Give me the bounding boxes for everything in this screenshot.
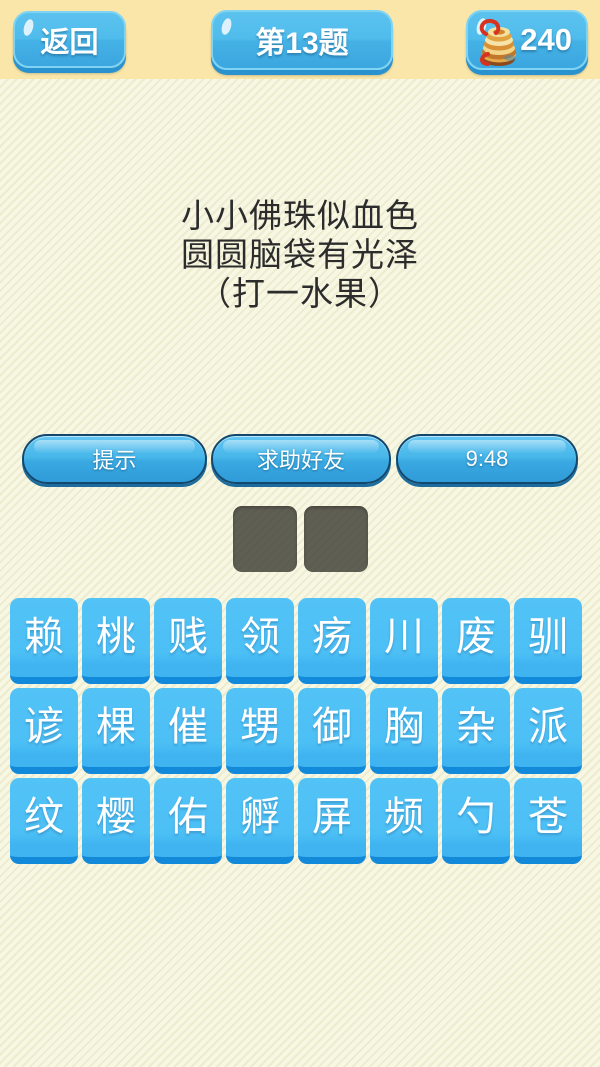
character-tile[interactable]: 屏	[298, 778, 366, 864]
ask-friend-button-label: 求助好友	[256, 448, 345, 473]
character-tile[interactable]: 樱	[82, 778, 150, 864]
character-tile[interactable]: 桃	[82, 598, 150, 684]
riddle-line-3: （打一水果）	[198, 275, 402, 312]
character-tile[interactable]: 领	[226, 598, 294, 684]
character-tile[interactable]: 频	[370, 778, 438, 864]
header-band: 返回 第13题 240	[0, 0, 600, 79]
character-tile[interactable]: 胸	[370, 688, 438, 774]
character-tile[interactable]: 苍	[514, 778, 582, 864]
level-indicator-button[interactable]: 第13题	[211, 10, 393, 70]
riddle-line-1: 小小佛珠似血色	[181, 197, 419, 234]
ask-friend-button[interactable]: 求助好友	[211, 434, 391, 484]
riddle-text: 小小佛珠似血色 圆圆脑袋有光泽 （打一水果）	[0, 196, 600, 313]
timer-label: 9:48	[465, 446, 509, 471]
coin-count-label: 240	[520, 22, 572, 57]
character-tile[interactable]: 佑	[154, 778, 222, 864]
back-button[interactable]: 返回	[13, 11, 126, 68]
character-tile[interactable]: 催	[154, 688, 222, 774]
character-tile[interactable]: 御	[298, 688, 366, 774]
level-label: 第13题	[255, 27, 349, 60]
character-tile-row: 谚棵催甥御胸杂派	[10, 688, 590, 774]
character-tile[interactable]: 谚	[10, 688, 78, 774]
timer-button[interactable]: 9:48	[396, 434, 578, 484]
character-tile-grid: 赖桃贱领疡川废驯谚棵催甥御胸杂派纹樱佑孵屏频勺苍	[10, 598, 590, 868]
coin-stack-icon	[479, 18, 516, 66]
character-tile[interactable]: 废	[442, 598, 510, 684]
coin-balance-button[interactable]: 240	[466, 10, 588, 70]
game-screen: 返回 第13题 240 小小佛珠似血色 圆圆脑袋有光泽 （打一水果） 提示 求助…	[0, 0, 600, 1067]
answer-slot[interactable]	[303, 506, 368, 572]
character-tile-row: 赖桃贱领疡川废驯	[10, 598, 590, 684]
riddle-line-2: 圆圆脑袋有光泽	[181, 236, 419, 273]
character-tile[interactable]: 甥	[226, 688, 294, 774]
character-tile[interactable]: 棵	[82, 688, 150, 774]
character-tile[interactable]: 贱	[154, 598, 222, 684]
hint-button-label: 提示	[92, 448, 137, 473]
answer-slot[interactable]	[232, 506, 297, 572]
character-tile[interactable]: 派	[514, 688, 582, 774]
back-button-label: 返回	[40, 26, 99, 59]
answer-slot-group	[0, 506, 600, 572]
character-tile[interactable]: 川	[370, 598, 438, 684]
character-tile[interactable]: 勺	[442, 778, 510, 864]
character-tile[interactable]: 驯	[514, 598, 582, 684]
hint-button[interactable]: 提示	[22, 434, 207, 484]
character-tile[interactable]: 疡	[298, 598, 366, 684]
action-button-row: 提示 求助好友 9:48	[0, 434, 600, 486]
character-tile[interactable]: 纹	[10, 778, 78, 864]
character-tile[interactable]: 赖	[10, 598, 78, 684]
character-tile[interactable]: 杂	[442, 688, 510, 774]
character-tile-row: 纹樱佑孵屏频勺苍	[10, 778, 590, 864]
character-tile[interactable]: 孵	[226, 778, 294, 864]
